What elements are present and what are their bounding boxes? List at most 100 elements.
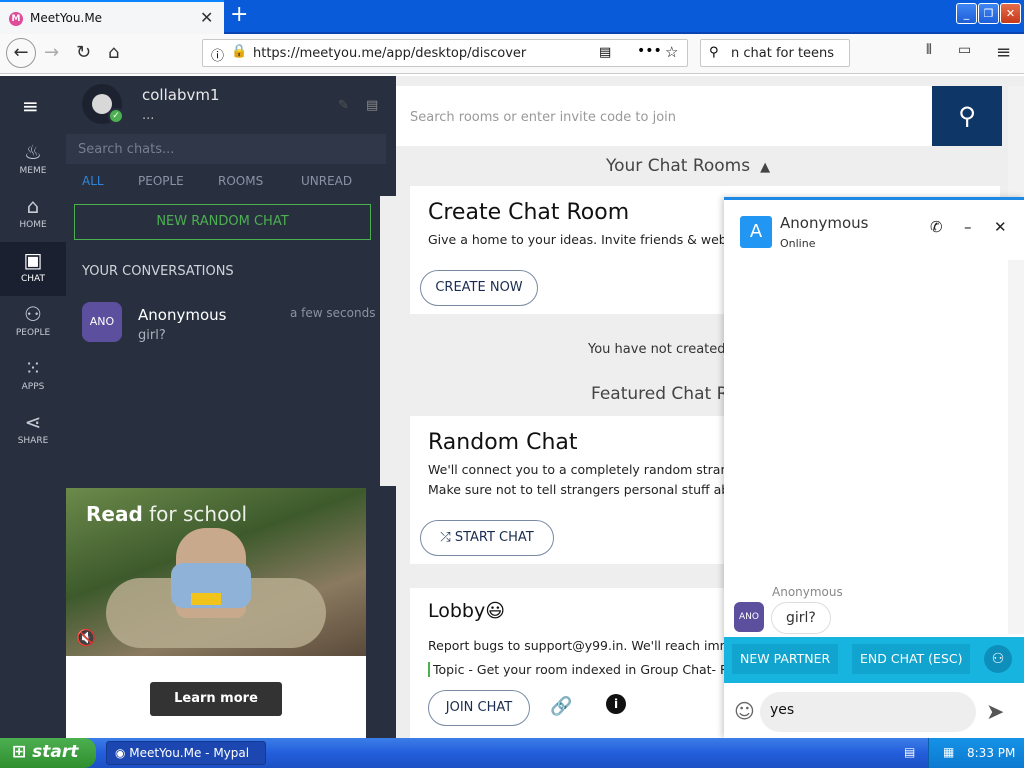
url-text: https://meetyou.me/app/desktop/discover (253, 46, 527, 61)
ad-area: Read for school 🔇 Learn more (66, 486, 396, 738)
end-chat-button[interactable]: END CHAT (ESC) (852, 644, 971, 674)
tab-rooms[interactable]: ROOMS (218, 174, 263, 188)
start-button[interactable]: ⊞ start (0, 738, 96, 768)
tab-title: MeetYou.Me (30, 11, 103, 25)
chat-avatar: A (740, 216, 772, 248)
rail-item-home[interactable]: ⌂ HOME (0, 188, 66, 242)
card-desc: Report bugs to support@y99.in. We'll rea… (428, 638, 732, 653)
phone-icon[interactable]: ✆ (930, 218, 943, 236)
tab-all[interactable]: ALL (82, 174, 104, 188)
rail-item-people[interactable]: ⚇ PEOPLE (0, 296, 66, 350)
new-message-icon[interactable]: ▤ (366, 98, 378, 113)
hamburger-icon[interactable]: ≡ (22, 94, 39, 118)
conversation-name: Anonymous (138, 306, 227, 324)
restore-window-button[interactable]: ❐ (978, 3, 999, 24)
conversation-avatar: ANO (82, 302, 122, 342)
card-desc: We'll connect you to a completely random… (428, 462, 737, 477)
send-icon[interactable]: ➤ (986, 700, 1004, 725)
close-chat-icon[interactable]: ✕ (994, 218, 1007, 236)
rail-item-chat[interactable]: ▣ CHAT (0, 242, 66, 296)
reload-icon[interactable]: ↻ (76, 42, 91, 63)
close-tab-icon[interactable]: ✕ (200, 8, 213, 27)
new-tab-icon[interactable]: + (230, 2, 248, 27)
apps-icon: ⁙ (24, 356, 42, 380)
search-icon: ⚲ (958, 102, 976, 130)
url-bar[interactable]: ⓘ 🔒 https://meetyou.me/app/desktop/disco… (202, 39, 688, 67)
bookmark-star-icon[interactable]: ☆ (665, 43, 678, 61)
rail-item-meme[interactable]: ♨ MEME (0, 134, 66, 188)
tab-unread[interactable]: UNREAD (301, 174, 352, 188)
menu-icon[interactable]: ≡ (996, 42, 1011, 63)
chevron-up-icon: ▲ (760, 160, 771, 175)
shuffle-icon: ⤮ (440, 530, 455, 545)
search-button[interactable]: ⚲ (932, 86, 1002, 146)
edit-icon[interactable]: ✎ (338, 98, 349, 113)
browser-nav-bar: ← → ↻ ⌂ ⓘ 🔒 https://meetyou.me/app/deskt… (0, 34, 1024, 74)
create-now-button[interactable]: CREATE NOW (420, 270, 538, 306)
keyboard-icon[interactable]: ▤ (904, 745, 915, 759)
search-chats-input[interactable]: Search chats... (66, 134, 386, 164)
chat-partner-name: Anonymous (780, 214, 869, 232)
chat-scrollbar[interactable] (1008, 260, 1024, 634)
forward-icon[interactable]: → (44, 42, 59, 63)
book-shape (191, 593, 221, 605)
new-random-chat-button[interactable]: NEW RANDOM CHAT (74, 204, 371, 240)
not-created-text: You have not created (588, 342, 726, 357)
minimize-window-button[interactable]: _ (956, 3, 977, 24)
close-window-button[interactable]: ✕ (1000, 3, 1021, 24)
app-rail: ≡ ♨ MEME ⌂ HOME ▣ CHAT ⚇ PEOPLE ⁙ APPS ⋖ SHARE (0, 76, 66, 738)
card-title: Create Chat Room (428, 200, 630, 225)
sidebar-icon[interactable]: ▭ (958, 42, 971, 58)
card-title: Lobby😃 (428, 600, 506, 622)
new-partner-button[interactable]: NEW PARTNER (732, 644, 839, 674)
message-sender: Anonymous (772, 585, 843, 599)
search-icon: ⚲ (709, 45, 719, 60)
learn-more-button[interactable]: Learn more (150, 682, 282, 716)
people-icon: ⚇ (24, 302, 42, 326)
chat-window: A Anonymous Online ✆ – ✕ Anonymous ANO g… (724, 197, 1024, 738)
link-icon[interactable]: 🔗 (550, 696, 572, 717)
reader-view-icon[interactable]: ▤ (599, 45, 611, 60)
ad-box[interactable]: Read for school 🔇 Learn more (66, 488, 366, 738)
clock: 8:33 PM (967, 746, 1016, 760)
mute-icon[interactable]: 🔇 (76, 628, 96, 647)
browser-tab[interactable]: M MeetYou.Me ✕ (0, 0, 224, 34)
ad-headline: Read for school (86, 502, 248, 526)
rail-item-share[interactable]: ⋖ SHARE (0, 404, 66, 458)
home-nav-icon[interactable]: ⌂ (108, 42, 119, 63)
rail-item-apps[interactable]: ⁙ APPS (0, 350, 66, 404)
network-icon[interactable]: ▦ (943, 745, 954, 759)
online-check-icon: ✓ (108, 108, 124, 124)
chat-partner-status: Online (780, 237, 816, 250)
start-chat-button[interactable]: ⤮ START CHAT (420, 520, 554, 556)
back-icon[interactable]: ← (6, 38, 36, 68)
browser-tab-bar: M MeetYou.Me ✕ + _ ❐ ✕ (0, 0, 1024, 34)
library-icon[interactable]: ⫴ (926, 42, 932, 58)
info-icon[interactable]: ⓘ (211, 45, 224, 64)
system-tray: ▦ 8:33 PM (928, 738, 1024, 768)
ad-image[interactable]: Read for school 🔇 (66, 488, 366, 656)
home-icon: ⌂ (26, 194, 40, 218)
card-title: Random Chat (428, 430, 578, 455)
your-rooms-heading[interactable]: Your Chat Rooms ▲ (606, 156, 770, 176)
info-icon[interactable]: i (606, 694, 626, 714)
profile-username: collabvm1 (142, 86, 220, 104)
add-friend-icon[interactable]: ⚇ (984, 645, 1012, 673)
card-topic: Topic - Get your room indexed in Group C… (428, 662, 729, 677)
room-search-input[interactable]: Search rooms or enter invite code to joi… (396, 86, 932, 146)
flame-icon: ♨ (24, 140, 42, 164)
favicon-icon: M (9, 12, 23, 26)
taskbar-item-browser[interactable]: ◉ MeetYou.Me - Mypal (106, 741, 266, 765)
message-input[interactable]: yes (760, 692, 976, 732)
card-desc: Give a home to your ideas. Invite friend… (428, 232, 732, 247)
page-actions-icon[interactable]: ••• (637, 43, 662, 59)
profile-status[interactable]: ... (142, 108, 154, 123)
minimize-chat-icon[interactable]: – (964, 218, 972, 236)
emoji-icon[interactable]: ☺ (734, 699, 755, 723)
tab-people[interactable]: PEOPLE (138, 174, 184, 188)
browser-search-box[interactable]: ⚲ n chat for teens (700, 39, 850, 67)
conversation-item[interactable]: ANO Anonymous girl? a few seconds (66, 298, 380, 354)
message-bubble: girl? (771, 602, 831, 634)
join-chat-button[interactable]: JOIN CHAT (428, 690, 530, 726)
browser-icon: ◉ (115, 746, 130, 760)
